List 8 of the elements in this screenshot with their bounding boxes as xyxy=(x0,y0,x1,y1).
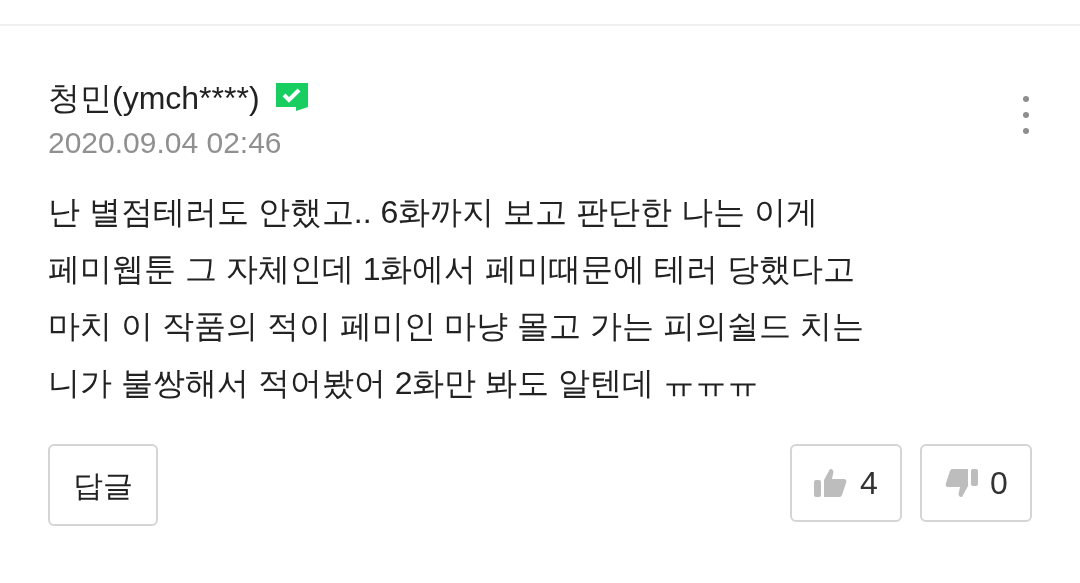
dislike-button[interactable]: 0 xyxy=(920,444,1032,522)
comment-text: 난 별점테러도 안했고.. 6화까지 보고 판단한 나는 이게 페미웹툰 그 자체인데 1화에서 페미때문에 테러 당했다고 마치 이 작품의 적이 페미인 마냥 몰고 가는 피의쉴드 치는 니가 불쌍해서 적어봤어 2화만 봐도 알텐데 ㅠㅠㅠ xyxy=(47,193,865,403)
author-name: 청민(ymch****) xyxy=(48,79,260,118)
thumbs-up-icon xyxy=(814,467,849,499)
like-button[interactable]: 4 xyxy=(790,444,902,522)
thumbs-down-icon xyxy=(944,467,979,499)
comment-date: 2020.09.04 02:46 xyxy=(48,125,283,161)
reply-button[interactable]: 답글 xyxy=(48,444,158,526)
